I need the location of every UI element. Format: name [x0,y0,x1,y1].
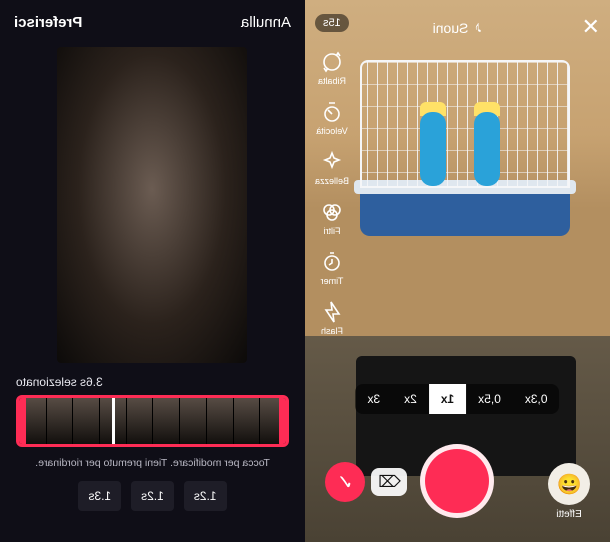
playhead[interactable] [112,395,115,447]
speed-0.3x[interactable]: 0,3x [513,384,560,414]
timeline-thumb[interactable] [72,398,99,444]
delete-last-clip-button[interactable]: ⌫ [372,468,408,496]
timeline-thumb[interactable] [233,398,260,444]
record-button[interactable] [421,444,495,518]
timeline-thumb[interactable] [206,398,233,444]
speed-icon [320,100,344,124]
add-sound-button[interactable]: ♪ Suoni [433,19,483,37]
timer-icon [320,250,344,274]
smiley-icon: 😀 [548,463,590,505]
speed-button[interactable]: Velocità [311,100,353,136]
beauty-button[interactable]: Bellezza [311,150,353,186]
speed-3x[interactable]: 3x [355,384,392,414]
flip-camera-button[interactable]: Ribalta [311,50,353,86]
flash-button[interactable]: Flash [311,300,353,336]
timer-button[interactable]: Timer [311,250,353,286]
flip-icon [320,50,344,74]
filters-icon [320,200,344,224]
speed-selector[interactable]: 0,3x 0,5x 1x 2x 3x [355,384,559,414]
flash-icon [320,300,344,324]
trim-timeline[interactable] [16,395,289,447]
effects-button[interactable]: 😀 Effetti [548,463,590,520]
tool-label: Velocità [316,126,348,136]
camera-screen: ✕ ♪ Suoni 15s Ribalta Velocità Bellezza … [305,0,610,542]
clip-chip[interactable]: 1.3s [78,481,121,511]
tool-label: Bellezza [315,176,349,186]
trim-screen: Annulla Preferisci 3.6s selezionato Tocc… [0,0,305,542]
music-note-icon: ♪ [474,19,482,37]
next-button[interactable]: ✓ [325,462,365,502]
add-sound-label: Suoni [433,20,469,36]
speed-1x[interactable]: 1x [429,384,466,414]
close-icon[interactable]: ✕ [582,14,600,40]
timeline-thumb[interactable] [126,398,153,444]
done-button[interactable]: Preferisci [14,14,82,31]
tool-label: Flash [321,326,343,336]
tool-label: Ribalta [318,76,346,86]
camera-side-toolbar: Ribalta Velocità Bellezza Filtri Timer F… [311,50,353,336]
speed-2x[interactable]: 2x [392,384,429,414]
trim-handle-left[interactable] [279,395,289,447]
selection-duration-label: 3.6s selezionato [0,363,305,395]
sparkle-icon [320,150,344,174]
timeline-thumb[interactable] [179,398,206,444]
tool-label: Timer [321,276,344,286]
recording-duration-badge[interactable]: 15s [315,14,349,32]
filters-button[interactable]: Filtri [311,200,353,236]
cancel-button[interactable]: Annulla [241,14,291,31]
timeline-thumb[interactable] [152,398,179,444]
clip-chip[interactable]: 1.2s [184,481,227,511]
trim-handle-right[interactable] [16,395,26,447]
clip-chip[interactable]: 1.2s [131,481,174,511]
tool-label: Filtri [324,226,341,236]
speed-0.5x[interactable]: 0,5x [466,384,513,414]
timeline-thumb[interactable] [46,398,73,444]
reorder-hint: Tocca per modificare. Tieni premuto per … [0,447,305,481]
clip-chips: 1.2s 1.2s 1.3s [0,481,305,511]
effects-label: Effetti [556,509,581,520]
clip-preview [58,47,248,363]
